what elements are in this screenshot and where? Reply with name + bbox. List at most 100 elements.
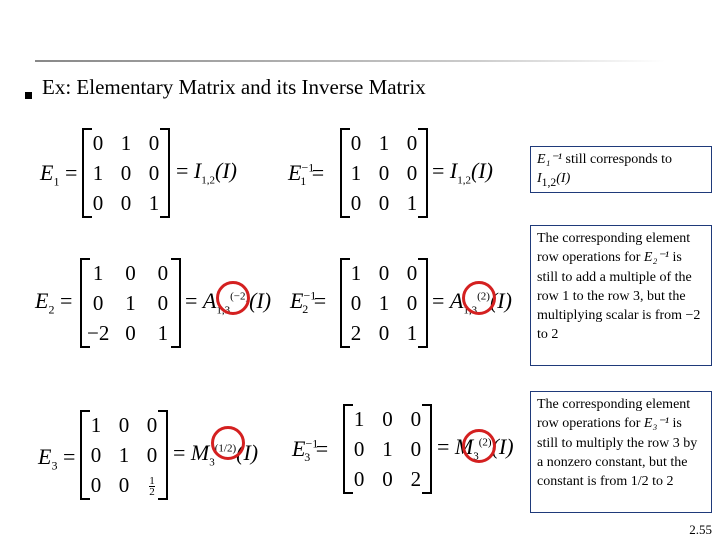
- note-e2-inverse: The corresponding element row operations…: [530, 225, 712, 366]
- matrix-entry: 0: [146, 442, 158, 467]
- op-sub: 1,2: [201, 174, 215, 187]
- note-symbol: E₁⁻¹: [537, 152, 563, 167]
- note-sub: 1,2: [541, 176, 557, 190]
- highlight-circle: [211, 426, 245, 460]
- note-e3-inverse: The corresponding element row operations…: [530, 391, 712, 513]
- matrix: 010100001: [340, 128, 428, 218]
- matrix: 100010002: [343, 404, 432, 494]
- matrix-entry: 1: [350, 260, 362, 285]
- matrix-entry: 0: [90, 442, 102, 467]
- matrix-label: E2 =: [35, 288, 73, 317]
- label-sub: 3: [51, 458, 58, 473]
- matrix-label: E−11 =: [288, 160, 325, 189]
- label-symbol: E: [40, 160, 54, 185]
- matrix-entry: 0: [350, 130, 362, 155]
- matrix-entry: 0: [378, 190, 390, 215]
- matrix-entry: 1: [350, 160, 362, 185]
- op-sub: 1,2: [457, 174, 471, 187]
- matrix-entry: 2: [410, 466, 422, 491]
- matrix-entry: 0: [118, 412, 130, 437]
- label-sub: 2: [48, 302, 55, 317]
- matrix-entry: 2: [350, 320, 362, 345]
- matrix-entry: 0: [382, 406, 393, 431]
- matrix-entry: 0: [125, 320, 136, 345]
- op-symbol: M: [190, 440, 210, 465]
- highlight-circle: [462, 429, 496, 463]
- matrix-entry: 0: [378, 320, 390, 345]
- matrix-entry: 1: [406, 320, 418, 345]
- matrix: 1 0 0 0 1 0 −2 0 1: [80, 258, 181, 348]
- matrix-operation: = I1,2(I): [432, 158, 493, 187]
- matrix: 010100001: [82, 128, 170, 218]
- highlight-circle: [462, 281, 496, 315]
- note-text: still corresponds to: [562, 152, 673, 167]
- matrix-entry: 1: [125, 290, 136, 315]
- matrix-entry: 1: [92, 160, 104, 185]
- matrix-entry: 0: [118, 472, 130, 497]
- matrix-entry: 12: [149, 475, 155, 499]
- slide: Ex: Elementary Matrix and its Inverse Ma…: [0, 0, 720, 540]
- matrix-label: E3 =: [38, 444, 76, 473]
- matrix-entry: 0: [353, 466, 365, 491]
- note-symbol: (I): [556, 171, 571, 187]
- op-arg: (I): [249, 288, 272, 313]
- matrix-entry: 0: [382, 466, 393, 491]
- matrix: 1000100012: [80, 410, 168, 500]
- matrix-label: E1 =: [40, 160, 78, 189]
- matrix-entry: −2: [86, 320, 110, 345]
- note-symbol: E₂⁻¹: [643, 250, 669, 266]
- matrix-entry: 1: [378, 290, 390, 315]
- matrix-entry: 1: [92, 260, 104, 285]
- matrix-entry: 0: [378, 160, 390, 185]
- matrix-entry: 1: [157, 320, 169, 345]
- matrix-entry: 0: [350, 290, 362, 315]
- slide-title: Ex: Elementary Matrix and its Inverse Ma…: [42, 75, 426, 99]
- matrix-entry: 0: [350, 190, 362, 215]
- matrix-entry: 0: [92, 130, 104, 155]
- label-symbol: E: [35, 288, 49, 313]
- bullet-icon: [25, 92, 32, 99]
- label-sub: 1: [300, 174, 307, 189]
- label-sub: 3: [304, 450, 311, 465]
- label-sub: 2: [302, 302, 309, 317]
- matrix-entry: 0: [120, 160, 132, 185]
- matrix-entry: 1: [90, 412, 102, 437]
- matrix-entry: 0: [406, 160, 418, 185]
- matrix-entry: 0: [378, 260, 390, 285]
- op-symbol: A: [202, 288, 217, 313]
- matrix-entry: 1: [382, 436, 393, 461]
- matrix-label: E−13 =: [292, 436, 329, 465]
- matrix-entry: 0: [410, 436, 422, 461]
- op-arg: (I): [471, 158, 493, 183]
- label-symbol: E: [38, 444, 52, 469]
- matrix-entry: 1: [406, 190, 418, 215]
- note-symbol: E₃⁻¹: [643, 416, 669, 432]
- matrix-entry: 0: [148, 130, 160, 155]
- label-sub: 1: [53, 174, 60, 189]
- matrix-entry: 1: [378, 130, 390, 155]
- page-number: 2.55: [689, 522, 712, 537]
- op-sub: 3: [209, 456, 215, 469]
- matrix-entry: 0: [410, 406, 422, 431]
- matrix-operation: = I1,2(I): [176, 158, 237, 187]
- matrix-entry: 0: [120, 190, 132, 215]
- matrix-entry: 0: [406, 260, 418, 285]
- matrix-entry: 0: [92, 290, 104, 315]
- matrix-entry: 1: [148, 190, 160, 215]
- matrix-entry: 0: [157, 290, 169, 315]
- matrix-entry: 0: [90, 472, 102, 497]
- matrix-entry: 0: [406, 130, 418, 155]
- matrix-entry: 0: [406, 290, 418, 315]
- matrix-entry: 0: [92, 190, 104, 215]
- matrix-label: E−12 =: [290, 288, 327, 317]
- matrix-entry: 0: [157, 260, 169, 285]
- matrix-entry: 1: [118, 442, 130, 467]
- matrix-entry: 0: [125, 260, 136, 285]
- matrix-entry: 0: [148, 160, 160, 185]
- divider: [35, 60, 665, 62]
- op-arg: (I): [215, 158, 237, 183]
- matrix-entry: 0: [146, 412, 158, 437]
- matrix-entry: 1: [353, 406, 365, 431]
- matrix-entry: 0: [353, 436, 365, 461]
- highlight-circle: [216, 281, 250, 315]
